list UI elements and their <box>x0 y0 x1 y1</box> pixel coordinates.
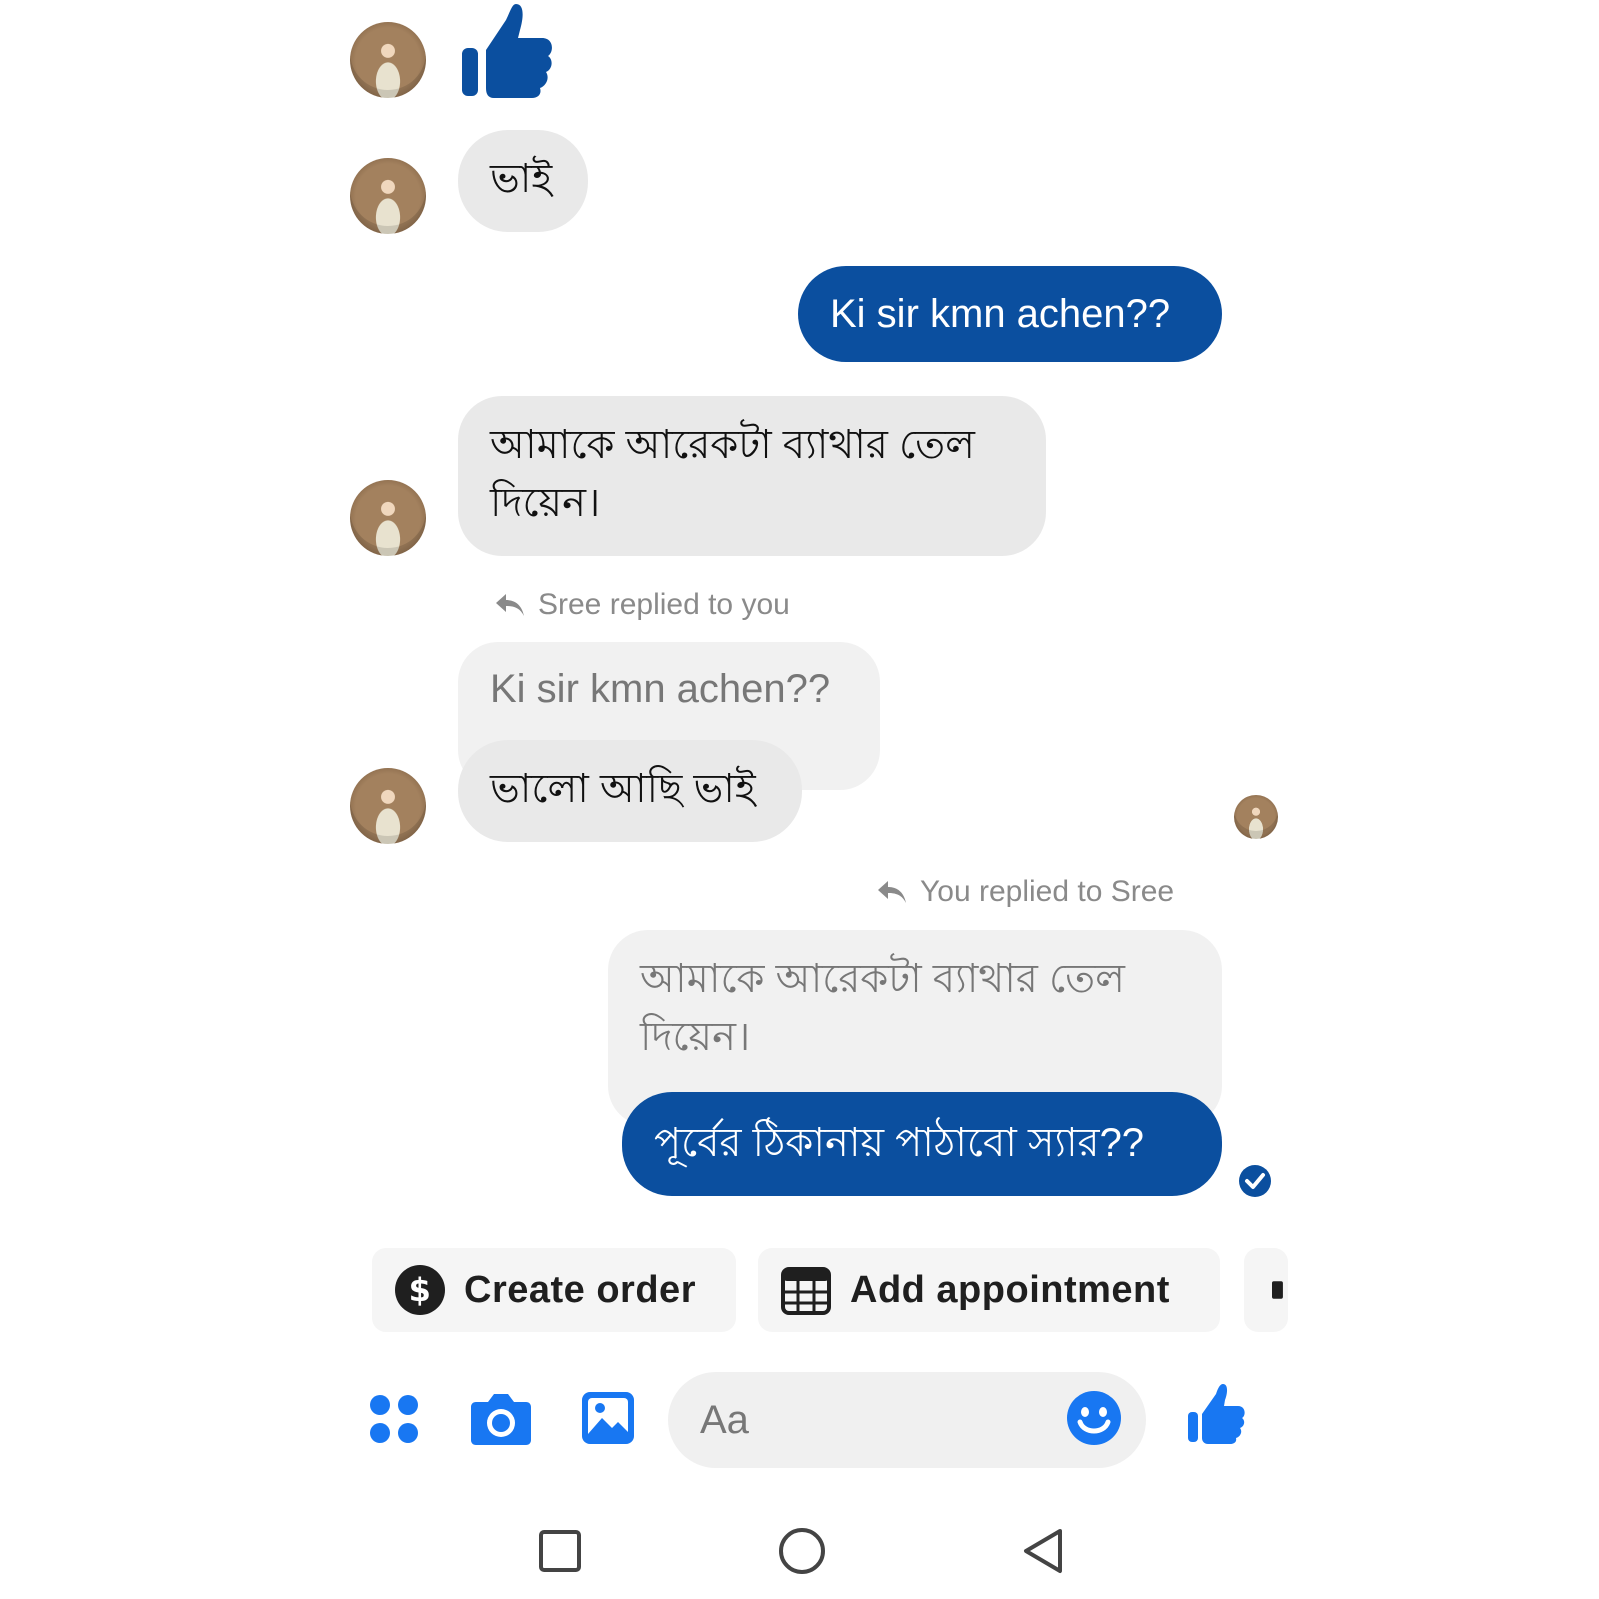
create-order-button[interactable]: $ Create order <box>372 1248 736 1332</box>
message-bubble[interactable]: আমাকে আরেকটা ব্যাথার তেল দিয়েন। <box>458 396 1046 556</box>
more-actions-chip[interactable] <box>1244 1248 1288 1332</box>
home-icon[interactable] <box>778 1527 826 1575</box>
message-text: Ki sir kmn achen?? <box>830 292 1171 336</box>
delivered-check-icon <box>1239 1165 1271 1197</box>
like-button-icon[interactable] <box>1186 1382 1246 1444</box>
seen-avatar <box>1234 795 1278 839</box>
message-bubble-outgoing[interactable]: Ki sir kmn achen?? <box>798 266 1222 362</box>
message-bubble[interactable]: ভালো আছি ভাই <box>458 740 802 842</box>
reply-indicator: You replied to Sree <box>876 875 1174 909</box>
reply-arrow-icon <box>496 594 524 616</box>
avatar[interactable] <box>350 768 426 844</box>
reply-indicator: Sree replied to you <box>494 588 790 622</box>
gallery-icon[interactable] <box>580 1390 636 1446</box>
message-text: পূর্বের ঠিকানায় পাঠাবো স্যার?? <box>654 1121 1145 1165</box>
document-icon <box>1272 1281 1283 1299</box>
reply-note-text: You replied to Sree <box>920 875 1175 908</box>
dollar-icon: $ <box>395 1265 445 1315</box>
message-input-placeholder: Aa <box>700 1397 749 1442</box>
quoted-text: আমাকে আরেকটা ব্যাথার তেল দিয়েন। <box>640 957 1125 1059</box>
reply-arrow-icon <box>878 881 906 903</box>
apps-menu-icon[interactable] <box>368 1393 420 1445</box>
avatar[interactable] <box>350 22 426 98</box>
recent-apps-icon[interactable] <box>538 1529 582 1573</box>
avatar[interactable] <box>350 158 426 234</box>
svg-text:$: $ <box>409 1271 432 1309</box>
message-text: আমাকে আরেকটা ব্যাথার তেল দিয়েন। <box>490 423 975 525</box>
thumbs-up-sticker-icon <box>462 4 552 98</box>
back-icon[interactable] <box>1020 1527 1064 1575</box>
message-text: ভালো আছি ভাই <box>490 767 756 811</box>
add-appointment-button[interactable]: Add appointment <box>758 1248 1220 1332</box>
quoted-text: Ki sir kmn achen?? <box>490 667 831 711</box>
message-text: ভাই <box>490 157 553 201</box>
reply-note-text: Sree replied to you <box>538 588 790 621</box>
message-bubble-outgoing[interactable]: পূর্বের ঠিকানায় পাঠাবো স্যার?? <box>622 1092 1222 1196</box>
emoji-icon[interactable] <box>1066 1390 1122 1446</box>
camera-icon[interactable] <box>470 1390 532 1446</box>
create-order-label: Create order <box>464 1268 696 1311</box>
calendar-icon <box>781 1267 831 1315</box>
add-appointment-label: Add appointment <box>850 1268 1170 1311</box>
avatar[interactable] <box>350 480 426 556</box>
message-bubble[interactable]: ভাই <box>458 130 588 232</box>
